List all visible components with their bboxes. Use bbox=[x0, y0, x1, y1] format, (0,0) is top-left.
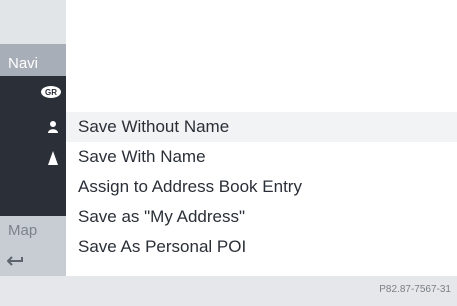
sidebar-item-navi[interactable]: Navi bbox=[0, 44, 66, 76]
sidebar: Navi GR Map bbox=[0, 0, 66, 276]
back-arrow-icon bbox=[7, 256, 23, 266]
sidebar-navi-label: Navi bbox=[8, 55, 39, 72]
sidebar-icon-column: GR bbox=[0, 76, 66, 216]
sidebar-top-panel bbox=[0, 0, 66, 44]
menu-item-save-my-address[interactable]: Save as "My Address" bbox=[66, 202, 457, 232]
svg-text:GR: GR bbox=[45, 88, 57, 97]
menu-item-save-without-name[interactable]: Save Without Name bbox=[66, 112, 457, 142]
menu-item-save-personal-poi[interactable]: Save As Personal POI bbox=[66, 232, 457, 262]
marker-icon[interactable] bbox=[47, 150, 59, 166]
sidebar-map-label: Map bbox=[8, 222, 38, 239]
back-button[interactable] bbox=[0, 246, 66, 276]
person-icon[interactable] bbox=[46, 120, 60, 134]
menu-item-assign-address-book[interactable]: Assign to Address Book Entry bbox=[66, 172, 457, 202]
gr-badge-icon[interactable]: GR bbox=[40, 85, 62, 99]
screen: Navi GR Map Save Without Name Save With … bbox=[0, 0, 457, 306]
menu-item-save-with-name[interactable]: Save With Name bbox=[66, 142, 457, 172]
sidebar-item-map[interactable]: Map bbox=[0, 216, 66, 246]
save-menu: Save Without Name Save With Name Assign … bbox=[66, 112, 457, 262]
image-code: P82.87-7567-31 bbox=[379, 284, 451, 295]
footer: P82.87-7567-31 bbox=[0, 276, 457, 306]
